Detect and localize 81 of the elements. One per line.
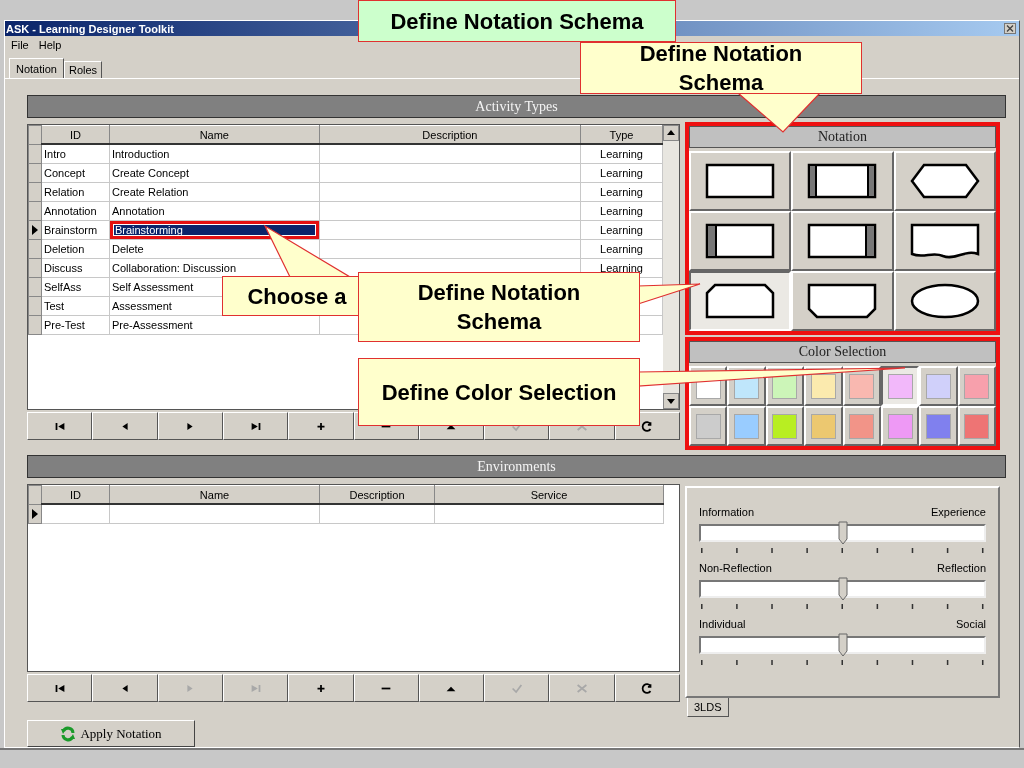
next-button[interactable] (157, 412, 223, 440)
column-header: Service (434, 485, 664, 504)
up-triangle-button[interactable] (418, 674, 485, 702)
slider-label: Information (699, 506, 755, 518)
table-cell: Introduction (109, 144, 320, 164)
column-header: ID (41, 125, 110, 144)
callout-pointer (637, 283, 701, 305)
slider-label: Individual (699, 618, 746, 630)
tab[interactable]: Notation (9, 58, 64, 78)
first-button[interactable] (27, 674, 93, 702)
window-title: ASK - Learning Designer Toolkit (6, 22, 174, 35)
apply-notation-button[interactable]: Apply Notation (27, 720, 195, 747)
shape-button[interactable] (689, 271, 792, 331)
slider-label: Reflection (937, 562, 986, 574)
tab[interactable]: Roles (64, 61, 103, 78)
table-cell: Pre-Test (41, 315, 110, 335)
column-header: ID (41, 485, 110, 504)
table-cell: Annotation (41, 201, 110, 221)
slider-label: Experience (930, 506, 986, 518)
section-header: Environments (27, 455, 1006, 478)
slider-track[interactable] (699, 580, 986, 598)
row-header (28, 485, 42, 504)
row-header (28, 125, 42, 144)
table-cell: Deletion (41, 239, 110, 259)
first-button[interactable] (27, 412, 93, 440)
table-cell: Relation (41, 182, 110, 202)
plus-button[interactable] (288, 412, 354, 440)
table-cell: Create Concept (109, 163, 320, 183)
table-cell: Learning (580, 144, 663, 164)
slider-thumb[interactable] (837, 577, 848, 601)
slider-label: Non-Reflection (699, 562, 772, 574)
check-button[interactable] (484, 674, 550, 702)
callout-tooltip: Define Notation Schema (358, 272, 640, 342)
menu-item[interactable]: Help (38, 39, 62, 54)
previous-button[interactable] (92, 674, 158, 702)
cross-button[interactable] (549, 674, 615, 702)
column-header: Name (109, 485, 320, 504)
callout-tooltip: Define Notation Schema (358, 0, 676, 42)
section-header: Activity Types (27, 95, 1006, 118)
table-cell: Learning (580, 220, 663, 240)
refresh-icon (60, 725, 77, 742)
table-cell: Discuss (41, 258, 110, 278)
close-icon[interactable] (1004, 23, 1016, 34)
table-cell: Learning (580, 163, 663, 183)
slider-label: Social (956, 618, 986, 630)
slider-track[interactable] (699, 524, 986, 542)
table-cell: Learning (580, 239, 663, 259)
column-header: Description (319, 125, 581, 144)
minus-button[interactable] (353, 674, 419, 702)
last-button[interactable] (222, 674, 289, 702)
previous-button[interactable] (92, 412, 158, 440)
plus-button[interactable] (288, 674, 354, 702)
table-cell: Create Relation (109, 182, 320, 202)
scroll-up-button[interactable] (663, 125, 679, 141)
table-cell: Annotation (109, 201, 320, 221)
table-cell: SelfAss (41, 277, 110, 297)
next-button[interactable] (157, 674, 223, 702)
section-header: Notation (689, 126, 996, 148)
refresh-button[interactable] (614, 674, 680, 702)
column-header: Type (580, 125, 663, 144)
slider-thumb[interactable] (837, 521, 848, 545)
column-header: Description (319, 485, 435, 504)
color-swatch-button[interactable] (880, 366, 920, 406)
menu-item[interactable]: File (11, 39, 29, 54)
row-pointer-icon (32, 225, 38, 235)
section-header: Color Selection (689, 341, 996, 363)
table-cell: Concept (41, 163, 110, 183)
slider-thumb[interactable] (837, 633, 848, 657)
table-cell: Brainstorm (41, 220, 110, 240)
callout-tooltip: Define Color Selection (358, 358, 640, 426)
table-cell: Learning (580, 182, 663, 202)
scrollbar[interactable] (663, 125, 679, 409)
column-header: Name (109, 125, 320, 144)
row-pointer-icon (32, 508, 38, 519)
scroll-down-button[interactable] (663, 393, 679, 409)
tab[interactable]: 3LDS (687, 698, 729, 717)
slider-track[interactable] (699, 636, 986, 654)
table-cell: Intro (41, 144, 110, 164)
table-cell: Test (41, 296, 110, 316)
table-cell: Learning (580, 201, 663, 221)
last-button[interactable] (222, 412, 289, 440)
